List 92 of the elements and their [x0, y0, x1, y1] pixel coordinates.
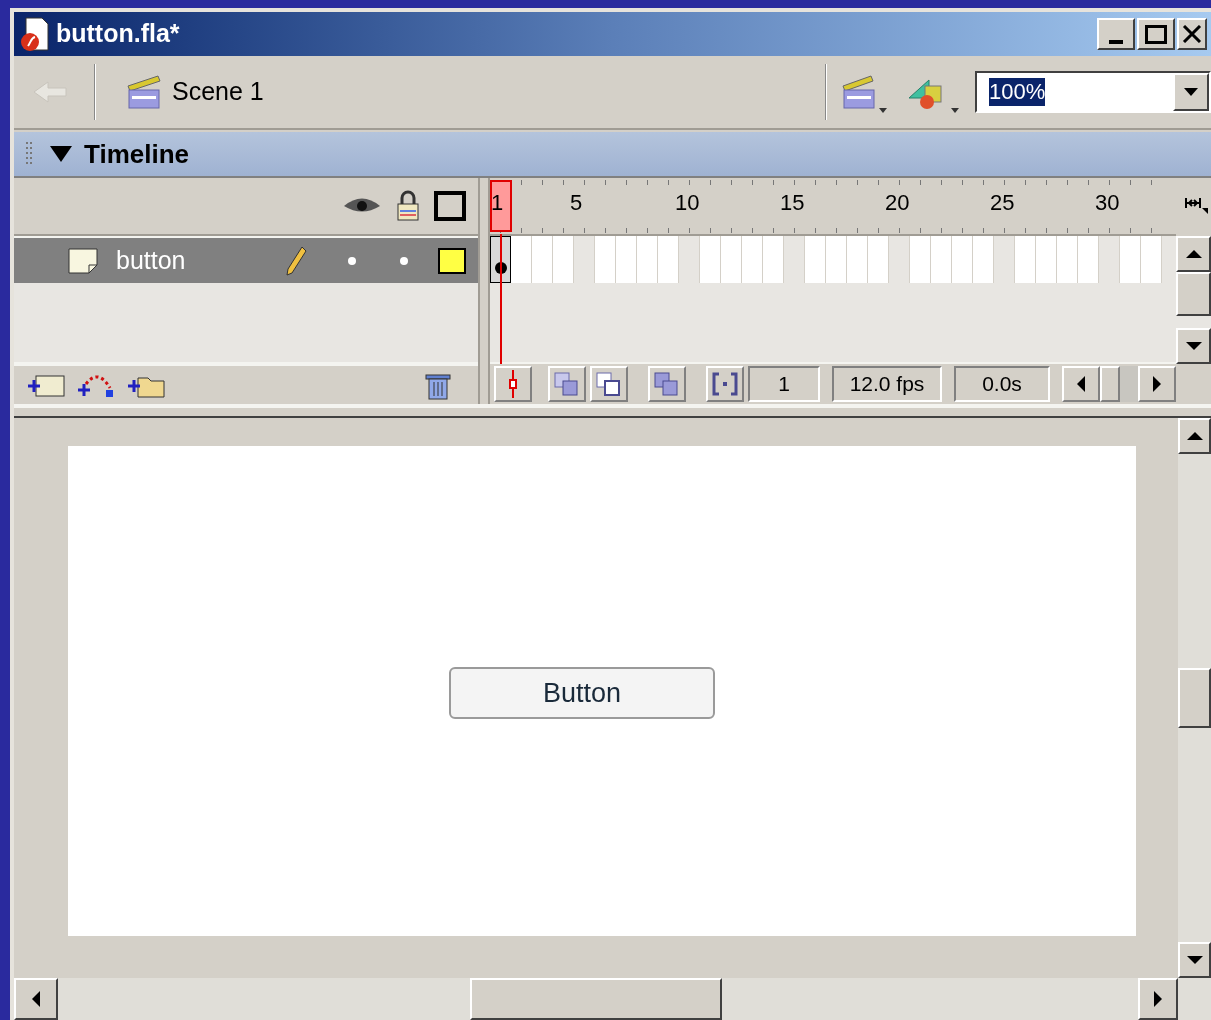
close-button[interactable]	[1177, 18, 1207, 50]
frame-cell[interactable]	[658, 236, 679, 283]
horizontal-scrollbar-thumb[interactable]	[470, 978, 722, 1020]
frame-cell[interactable]	[868, 236, 889, 283]
up-arrow-icon	[1185, 250, 1202, 258]
frame-cell[interactable]	[742, 236, 763, 283]
scroll-down-button[interactable]	[1176, 328, 1211, 364]
frame-cell[interactable]	[1078, 236, 1099, 283]
maximize-icon	[1145, 24, 1167, 44]
close-icon	[1182, 25, 1202, 43]
frame-cell[interactable]	[616, 236, 637, 283]
frame-number: 1	[491, 192, 504, 214]
current-frame-marker[interactable]	[490, 180, 512, 232]
frame-cell[interactable]	[637, 236, 658, 283]
window-title: button.fla*	[56, 18, 180, 50]
frame-cell[interactable]	[973, 236, 994, 283]
scroll-frames-right-button[interactable]	[1138, 366, 1176, 402]
frame-cell[interactable]	[910, 236, 931, 283]
center-frame-button[interactable]	[494, 366, 532, 402]
layer-icon	[66, 245, 100, 276]
frame-number: 15	[780, 192, 805, 214]
frame-rate-field: 12.0 fps	[832, 366, 942, 402]
frame-cell[interactable]	[595, 236, 616, 283]
pencil-icon	[284, 244, 309, 277]
playhead-icon	[508, 370, 518, 398]
clapperboard-icon[interactable]	[124, 72, 164, 112]
grip-icon[interactable]	[26, 142, 34, 166]
down-arrow-icon	[1185, 342, 1202, 350]
onion-skin-button[interactable]	[548, 366, 586, 402]
frame-number: 5	[570, 192, 583, 214]
left-arrow-icon	[1077, 376, 1085, 392]
scrollbar-track	[1120, 366, 1138, 402]
stage-scroll-down-button[interactable]	[1178, 942, 1211, 978]
frame-cell[interactable]	[1015, 236, 1036, 283]
unlocked-dot-icon[interactable]	[400, 256, 409, 265]
frame-cell[interactable]	[763, 236, 784, 283]
frame-cell[interactable]	[1036, 236, 1057, 283]
frame-cell[interactable]	[805, 236, 826, 283]
scroll-frames-left-button[interactable]	[1062, 366, 1100, 402]
onion-outlines-icon	[595, 371, 623, 397]
frame-cell[interactable]	[1120, 236, 1141, 283]
frame-number: 30	[1095, 192, 1120, 214]
scroll-right-button[interactable]	[1138, 978, 1178, 1020]
frame-cell[interactable]	[826, 236, 847, 283]
stage-scrollbar-thumb[interactable]	[1178, 668, 1211, 728]
frame-cell[interactable]	[532, 236, 553, 283]
stage-button[interactable]: Button	[449, 667, 715, 719]
modify-markers-button[interactable]	[706, 366, 744, 402]
onion-outlines-button[interactable]	[590, 366, 628, 402]
frame-cell[interactable]	[721, 236, 742, 283]
scene-label[interactable]: Scene 1	[172, 73, 264, 111]
collapse-arrow-icon[interactable]	[50, 146, 72, 162]
layer-name: button	[116, 244, 186, 276]
left-arrow-icon	[32, 991, 40, 1007]
frame-cell[interactable]	[1141, 236, 1162, 283]
frame-number: 25	[990, 192, 1015, 214]
edit-multiple-frames-button[interactable]	[648, 366, 686, 402]
scroll-left-button[interactable]	[14, 978, 58, 1020]
frame-cell[interactable]	[553, 236, 574, 283]
elapsed-time-field: 0.0s	[954, 366, 1050, 402]
stage-scroll-up-button[interactable]	[1178, 418, 1211, 454]
frame-cell[interactable]	[1057, 236, 1078, 283]
bracket-icon	[711, 371, 739, 397]
current-frame-field: 1	[748, 366, 820, 402]
minimize-icon	[1109, 40, 1123, 44]
frame-number: 20	[885, 192, 910, 214]
stacked-squares-icon	[653, 371, 681, 397]
frame-cell[interactable]	[952, 236, 973, 283]
right-arrow-icon	[1153, 376, 1161, 392]
frame-cell[interactable]	[931, 236, 952, 283]
dropdown-arrow-icon	[1184, 88, 1198, 96]
frame-cell[interactable]	[847, 236, 868, 283]
timeline-title[interactable]: Timeline	[84, 134, 189, 174]
zoom-dropdown[interactable]: 100%	[975, 71, 1211, 113]
down-arrow-icon	[1186, 956, 1203, 964]
frame-cell[interactable]	[511, 236, 532, 283]
minimize-button[interactable]	[1097, 18, 1135, 50]
outline-icon[interactable]	[434, 191, 467, 221]
right-arrow-icon	[1154, 991, 1162, 1007]
frame-number: 10	[675, 192, 700, 214]
keyframe[interactable]	[490, 236, 511, 283]
layer-row[interactable]: button	[14, 236, 479, 283]
scroll-up-button[interactable]	[1176, 236, 1211, 272]
frame-cell[interactable]	[700, 236, 721, 283]
scrollbar-thumb[interactable]	[1176, 272, 1211, 316]
layer-color-swatch[interactable]	[438, 247, 467, 274]
frames-scrollbar-thumb[interactable]	[1100, 366, 1120, 402]
onion-skin-icon	[553, 371, 581, 397]
up-arrow-icon	[1186, 432, 1203, 440]
maximize-button[interactable]	[1137, 18, 1175, 50]
document-icon	[18, 16, 52, 52]
visible-dot-icon[interactable]	[348, 256, 357, 265]
